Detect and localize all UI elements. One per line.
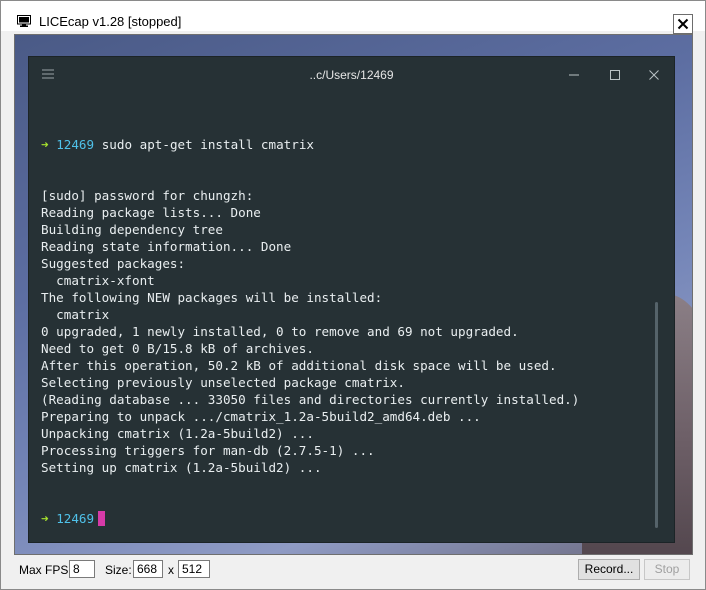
size-separator: x (168, 563, 174, 577)
output-line: [sudo] password for chungzh: (41, 188, 254, 203)
prompt-directory: 12469 (56, 511, 95, 526)
maximize-icon[interactable] (608, 68, 622, 82)
output-line: The following NEW packages will be insta… (41, 290, 383, 305)
text-cursor (98, 511, 106, 526)
width-input[interactable]: 668 (133, 560, 163, 578)
minimize-icon[interactable] (567, 68, 581, 82)
output-line: Suggested packages: (41, 256, 186, 271)
output-line: cmatrix-xfont (41, 273, 155, 288)
stop-button[interactable]: Stop (644, 559, 690, 580)
window-close-button[interactable] (673, 14, 693, 34)
size-label: Size: (105, 563, 132, 577)
height-input[interactable]: 512 (178, 560, 210, 578)
window-title: LICEcap v1.28 [stopped] (39, 14, 182, 29)
output-line: Setting up cmatrix (1.2a-5build2) ... (41, 460, 322, 475)
app-monitor-icon (17, 15, 31, 27)
terminal-close-icon[interactable] (647, 68, 661, 82)
output-line: Reading state information... Done (41, 239, 292, 254)
output-line: cmatrix (41, 307, 110, 322)
fps-label: Max FPS: (19, 563, 72, 577)
licecap-window: LICEcap v1.28 [stopped] ..c/Users/12469 (0, 0, 706, 590)
capture-controls: Max FPS: 8 Size: 668 x 512 Record... Sto… (1, 557, 705, 589)
command-text: sudo apt-get install cmatrix (101, 137, 315, 152)
command-line: ➜ 12469 sudo apt-get install cmatrix (41, 136, 651, 153)
record-button[interactable]: Record... (578, 559, 640, 580)
output-line: Building dependency tree (41, 222, 223, 237)
output-line: (Reading database ... 33050 files and di… (41, 392, 580, 407)
output-line: Unpacking cmatrix (1.2a-5build2) ... (41, 426, 314, 441)
output-line: Need to get 0 B/15.8 kB of archives. (41, 341, 314, 356)
output-line: After this operation, 50.2 kB of additio… (41, 358, 557, 373)
prompt-arrow: ➜ (41, 137, 49, 152)
prompt-directory: 12469 (56, 137, 95, 152)
output-lines: [sudo] password for chungzh: Reading pack… (41, 187, 651, 476)
output-line: Preparing to unpack .../cmatrix_1.2a-5bu… (41, 409, 481, 424)
output-line: Reading package lists... Done (41, 205, 261, 220)
terminal-window[interactable]: ..c/Users/12469 ➜ 12469 sudo apt-get ins… (28, 56, 675, 543)
output-line: 0 upgraded, 1 newly installed, 0 to remo… (41, 324, 519, 339)
output-line: Processing triggers for man-db (2.7.5-1)… (41, 443, 375, 458)
terminal-scrollbar[interactable] (655, 302, 658, 528)
terminal-output[interactable]: ➜ 12469 sudo apt-get install cmatrix [su… (41, 102, 651, 561)
output-line: Selecting previously unselected package … (41, 375, 405, 390)
close-icon (677, 18, 689, 30)
terminal-title-bar: ..c/Users/12469 (29, 57, 674, 95)
prompt-arrow: ➜ (41, 511, 49, 526)
title-bar: LICEcap v1.28 [stopped] (1, 1, 705, 34)
current-prompt-line: ➜ 12469 (41, 510, 651, 527)
fps-input[interactable]: 8 (69, 560, 95, 578)
